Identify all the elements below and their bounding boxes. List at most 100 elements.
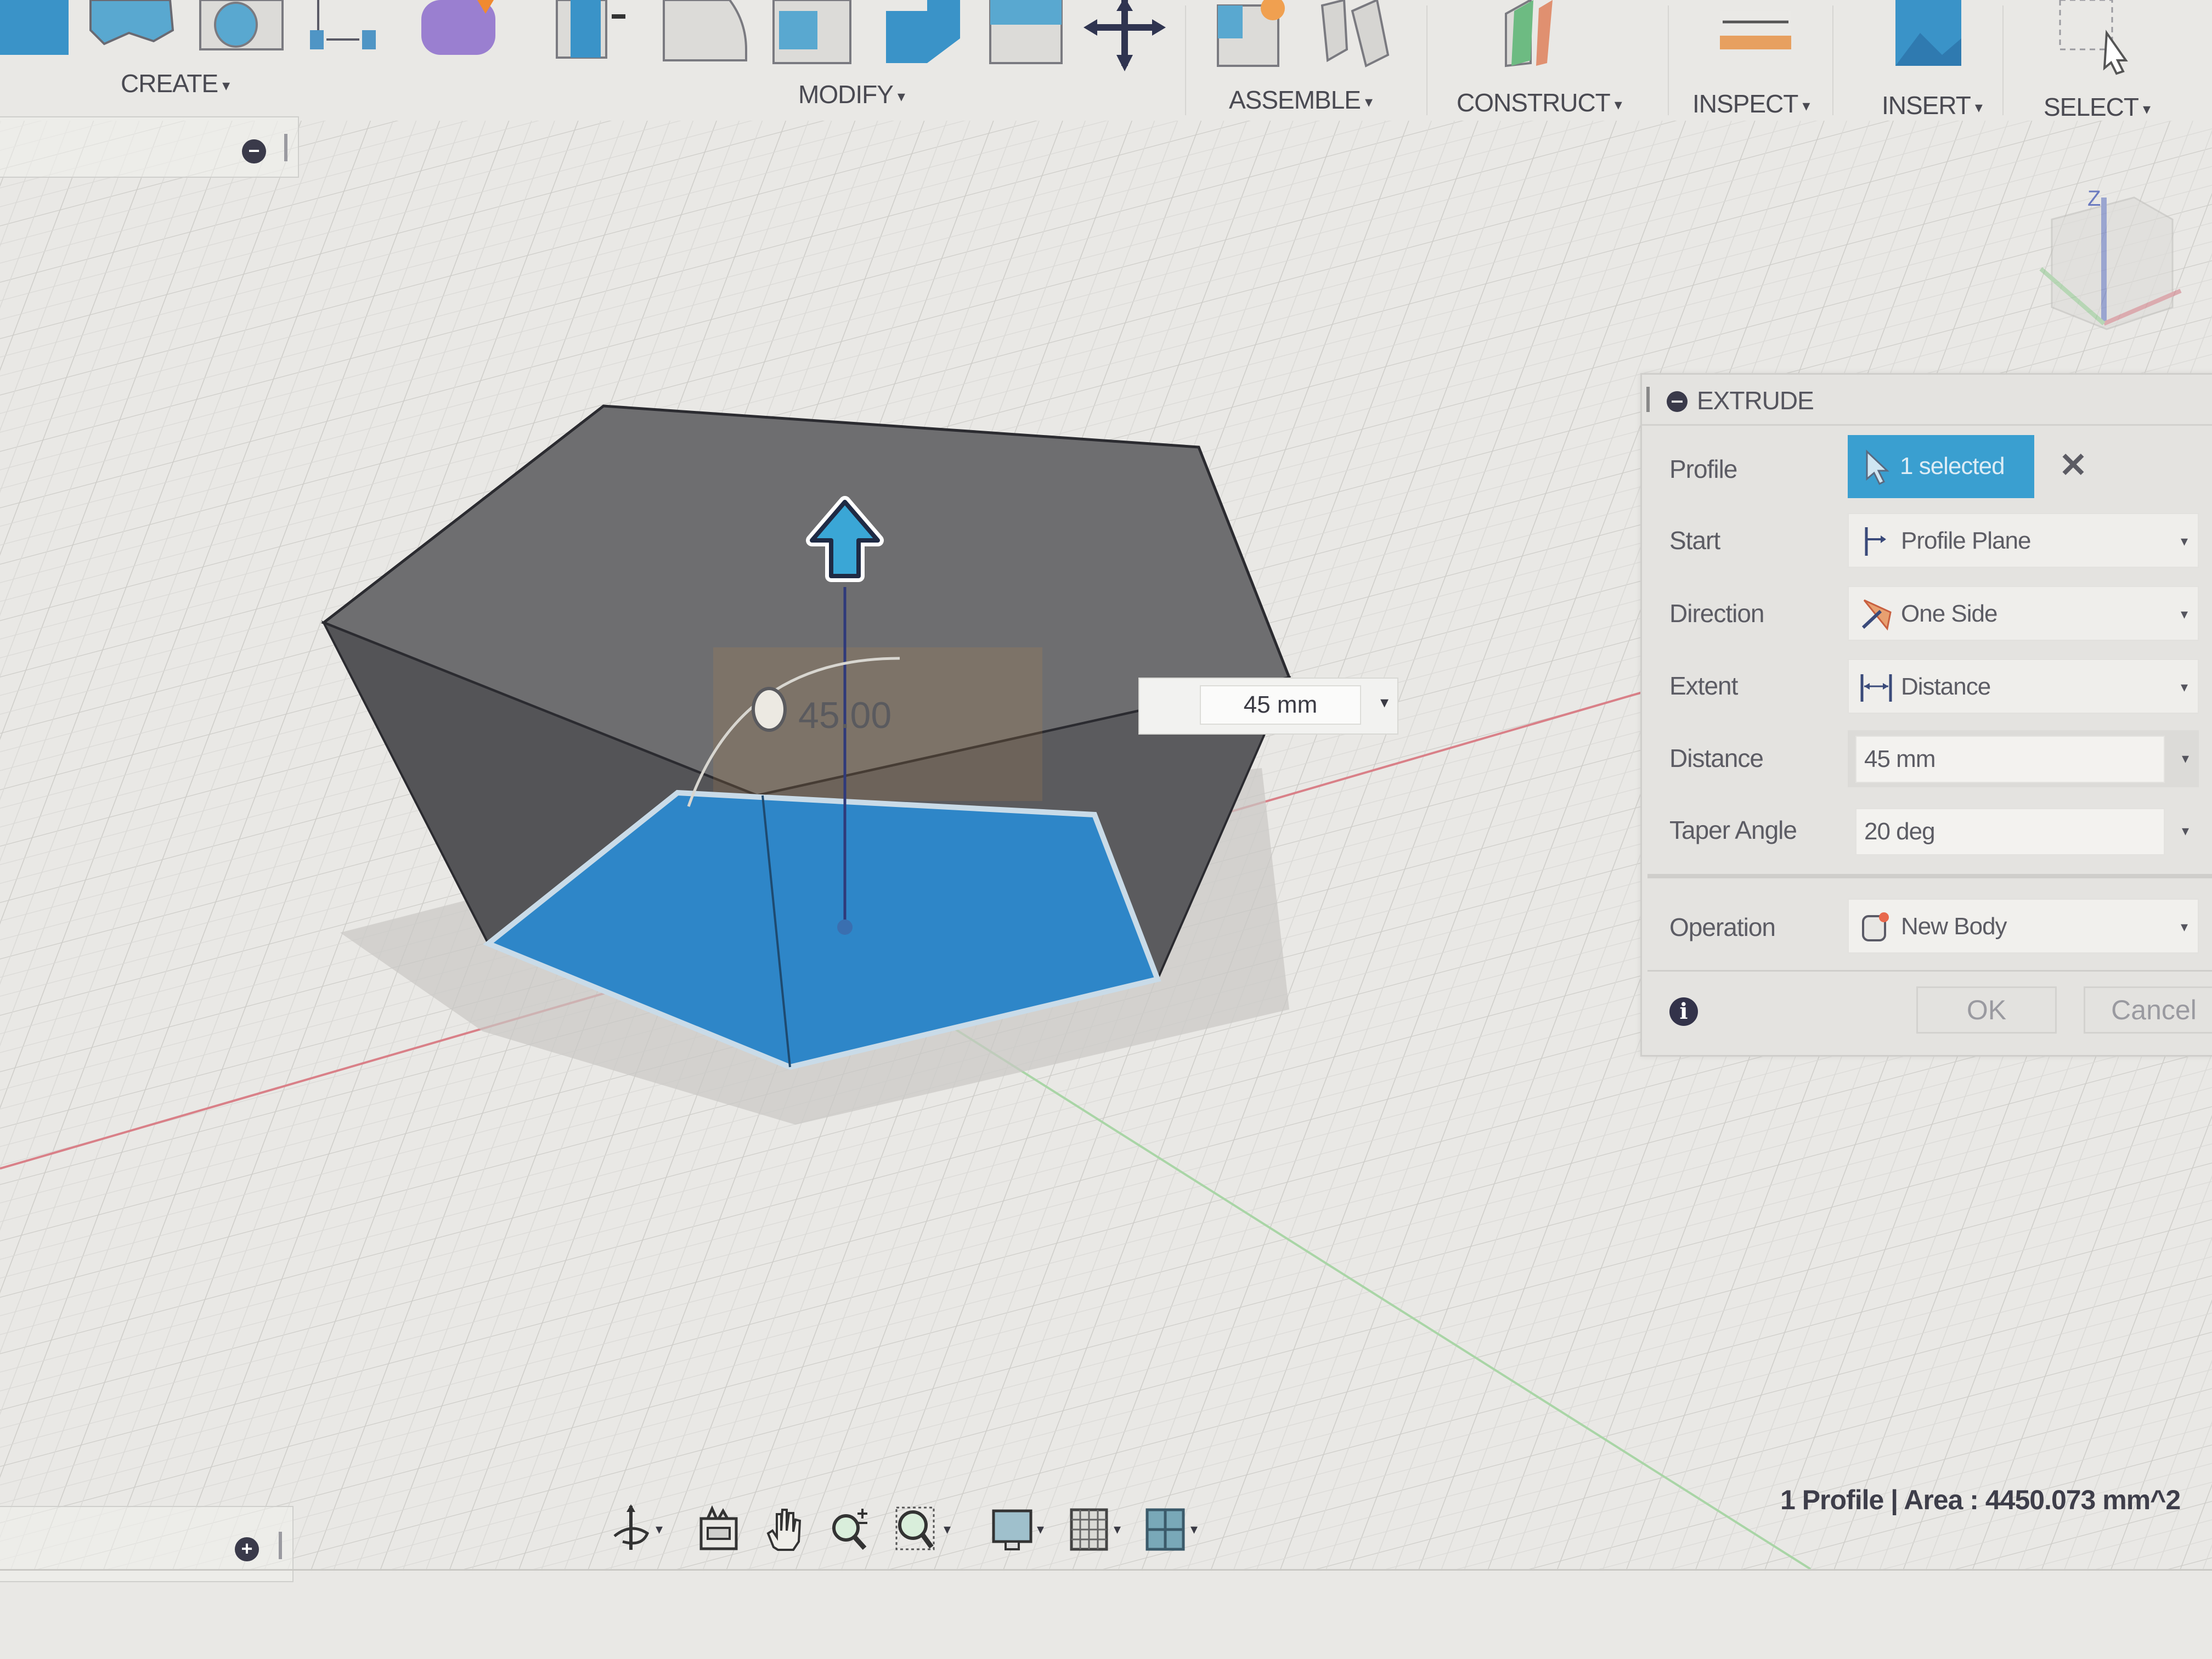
- distance-input[interactable]: 45 mm ▾: [1848, 730, 2199, 787]
- dialog-header[interactable]: EXTRUDE: [1642, 375, 2212, 426]
- display-dropdown-chevron-icon[interactable]: ▾: [1037, 1521, 1044, 1538]
- chevron-down-icon: ▾: [1365, 93, 1373, 111]
- distance-heads-up-input: 45 mm ▾: [1138, 678, 1398, 735]
- taper-angle-field[interactable]: 20 deg: [1855, 808, 2165, 855]
- extent-label: Extent: [1669, 672, 1738, 700]
- extent-select[interactable]: Distance ▾: [1848, 659, 2199, 714]
- operation-select[interactable]: New Body ▾: [1848, 899, 2199, 953]
- collapse-browser-button[interactable]: −: [242, 139, 266, 163]
- chevron-down-icon: ▾: [2180, 606, 2188, 622]
- toolbar-separator: [1832, 5, 1833, 115]
- chevron-down-icon: ▾: [1802, 97, 1810, 115]
- extrude-icon[interactable]: [89, 0, 174, 46]
- joint-icon[interactable]: [1321, 0, 1390, 67]
- view-cube[interactable]: [2039, 196, 2182, 330]
- inspect-menu[interactable]: INSPECT ▾: [1692, 89, 1810, 119]
- modify-menu-label: MODIFY: [798, 80, 894, 109]
- clear-selection-icon[interactable]: ✕: [2059, 445, 2087, 485]
- select-icon[interactable]: [2059, 0, 2128, 75]
- fit-zoom-window-icon[interactable]: [894, 1503, 938, 1553]
- insert-image-icon[interactable]: [1895, 0, 1961, 66]
- toolbar-separator: [1668, 5, 1669, 115]
- dialog-title: EXTRUDE: [1697, 386, 1814, 415]
- construct-menu-label: CONSTRUCT: [1457, 88, 1611, 117]
- combine-icon[interactable]: [886, 0, 960, 63]
- profile-selection-button[interactable]: 1 selected: [1848, 435, 2034, 498]
- viewport-bottom-edge: [0, 1569, 2212, 1571]
- fillet-icon[interactable]: [663, 0, 747, 61]
- revolve-icon[interactable]: [199, 0, 284, 50]
- one-side-icon: [1861, 599, 1892, 631]
- zoom-dropdown-chevron-icon[interactable]: ▾: [944, 1521, 951, 1538]
- panel-pin-handle[interactable]: [279, 1532, 282, 1559]
- collapse-dialog-icon[interactable]: [1667, 391, 1688, 412]
- distance-label: Distance: [1669, 744, 1764, 772]
- direction-label: Direction: [1669, 599, 1765, 628]
- taper-angle-handle[interactable]: [752, 687, 787, 732]
- dialog-divider: [1647, 874, 2212, 878]
- form-icon[interactable]: [421, 0, 495, 55]
- split-body-icon[interactable]: [989, 0, 1063, 64]
- toolbar-separator: [2002, 5, 2004, 115]
- grid-snaps-icon[interactable]: [1067, 1503, 1111, 1553]
- shell-icon[interactable]: [772, 0, 851, 64]
- chevron-down-icon[interactable]: ▾: [2182, 750, 2189, 767]
- new-component-icon[interactable]: [0, 0, 69, 55]
- selection-status-text: 1 Profile | Area : 4450.073 mm^2: [1780, 1485, 2181, 1515]
- distance-value: 45 mm: [1864, 746, 1936, 772]
- display-settings-icon[interactable]: [990, 1503, 1034, 1553]
- construct-menu[interactable]: CONSTRUCT ▾: [1457, 88, 1622, 117]
- press-pull-icon[interactable]: [556, 0, 625, 59]
- viewports-icon[interactable]: [1144, 1503, 1188, 1553]
- create-menu[interactable]: CREATE ▾: [121, 69, 230, 98]
- new-body-icon: [1862, 912, 1889, 941]
- chevron-down-icon[interactable]: ▾: [1380, 693, 1389, 712]
- taper-angle-input[interactable]: 20 deg ▾: [1848, 803, 2199, 860]
- move-icon[interactable]: [1084, 0, 1166, 71]
- inspect-menu-label: INSPECT: [1692, 89, 1798, 118]
- chevron-down-icon: ▾: [2180, 533, 2188, 549]
- manipulator-origin: [837, 919, 853, 935]
- chevron-down-icon[interactable]: ▾: [2182, 822, 2189, 839]
- insert-menu[interactable]: INSERT ▾: [1882, 91, 1983, 120]
- assemble-menu[interactable]: ASSEMBLE ▾: [1229, 85, 1373, 115]
- taper-angle-value: 20 deg: [1864, 818, 1936, 845]
- assemble-menu-label: ASSEMBLE: [1229, 86, 1361, 114]
- orbit-dropdown-chevron-icon[interactable]: ▾: [656, 1521, 663, 1538]
- navigation-bar: ▾ ▾ ▾ ▾ ▾: [603, 1498, 1234, 1558]
- zoom-icon[interactable]: [828, 1503, 872, 1553]
- pan-hand-icon[interactable]: [763, 1503, 806, 1553]
- plane-icon[interactable]: [1505, 0, 1553, 67]
- measure-icon[interactable]: [1720, 11, 1791, 49]
- toolbar-icons: [0, 0, 2128, 75]
- start-value: Profile Plane: [1901, 527, 2031, 554]
- modify-menu[interactable]: MODIFY ▾: [798, 80, 905, 109]
- taper-angle-label: Taper Angle: [1669, 816, 1797, 844]
- select-menu-label: SELECT: [2044, 93, 2139, 121]
- select-menu[interactable]: SELECT ▾: [2044, 92, 2151, 122]
- browser-panel: −: [0, 116, 299, 178]
- sketch-dimension-icon[interactable]: [310, 0, 376, 49]
- orbit-icon[interactable]: [609, 1503, 653, 1553]
- view-cube-z-label: Z: [2087, 187, 2101, 211]
- dialog-drag-handle[interactable]: [1646, 387, 1650, 412]
- distance-field[interactable]: 45 mm: [1855, 736, 2165, 783]
- direction-select[interactable]: One Side ▾: [1848, 586, 2199, 641]
- start-select[interactable]: Profile Plane ▾: [1848, 513, 2199, 568]
- expand-comments-button[interactable]: +: [235, 1537, 259, 1561]
- look-at-icon[interactable]: [697, 1503, 741, 1553]
- distance-heads-up-field[interactable]: 45 mm: [1200, 685, 1361, 725]
- cancel-button[interactable]: Cancel: [2084, 986, 2212, 1034]
- assemble-new-component-icon[interactable]: [1217, 0, 1285, 67]
- chevron-down-icon: ▾: [1614, 96, 1622, 114]
- viewports-dropdown-chevron-icon[interactable]: ▾: [1190, 1521, 1198, 1538]
- main-toolbar: CREATE ▾ MODIFY ▾ ASSEMBLE ▾ CONSTRUCT ▾ INS…: [0, 0, 2212, 121]
- chevron-down-icon: ▾: [1974, 99, 1983, 116]
- ok-button[interactable]: OK: [1916, 986, 2057, 1034]
- cursor-arrow-icon: [1866, 449, 1889, 486]
- grid-dropdown-chevron-icon[interactable]: ▾: [1114, 1521, 1121, 1538]
- dialog-divider: [1647, 970, 2212, 972]
- distance-icon: [1860, 674, 1892, 702]
- info-icon[interactable]: i: [1669, 997, 1698, 1026]
- panel-pin-handle[interactable]: [284, 134, 287, 161]
